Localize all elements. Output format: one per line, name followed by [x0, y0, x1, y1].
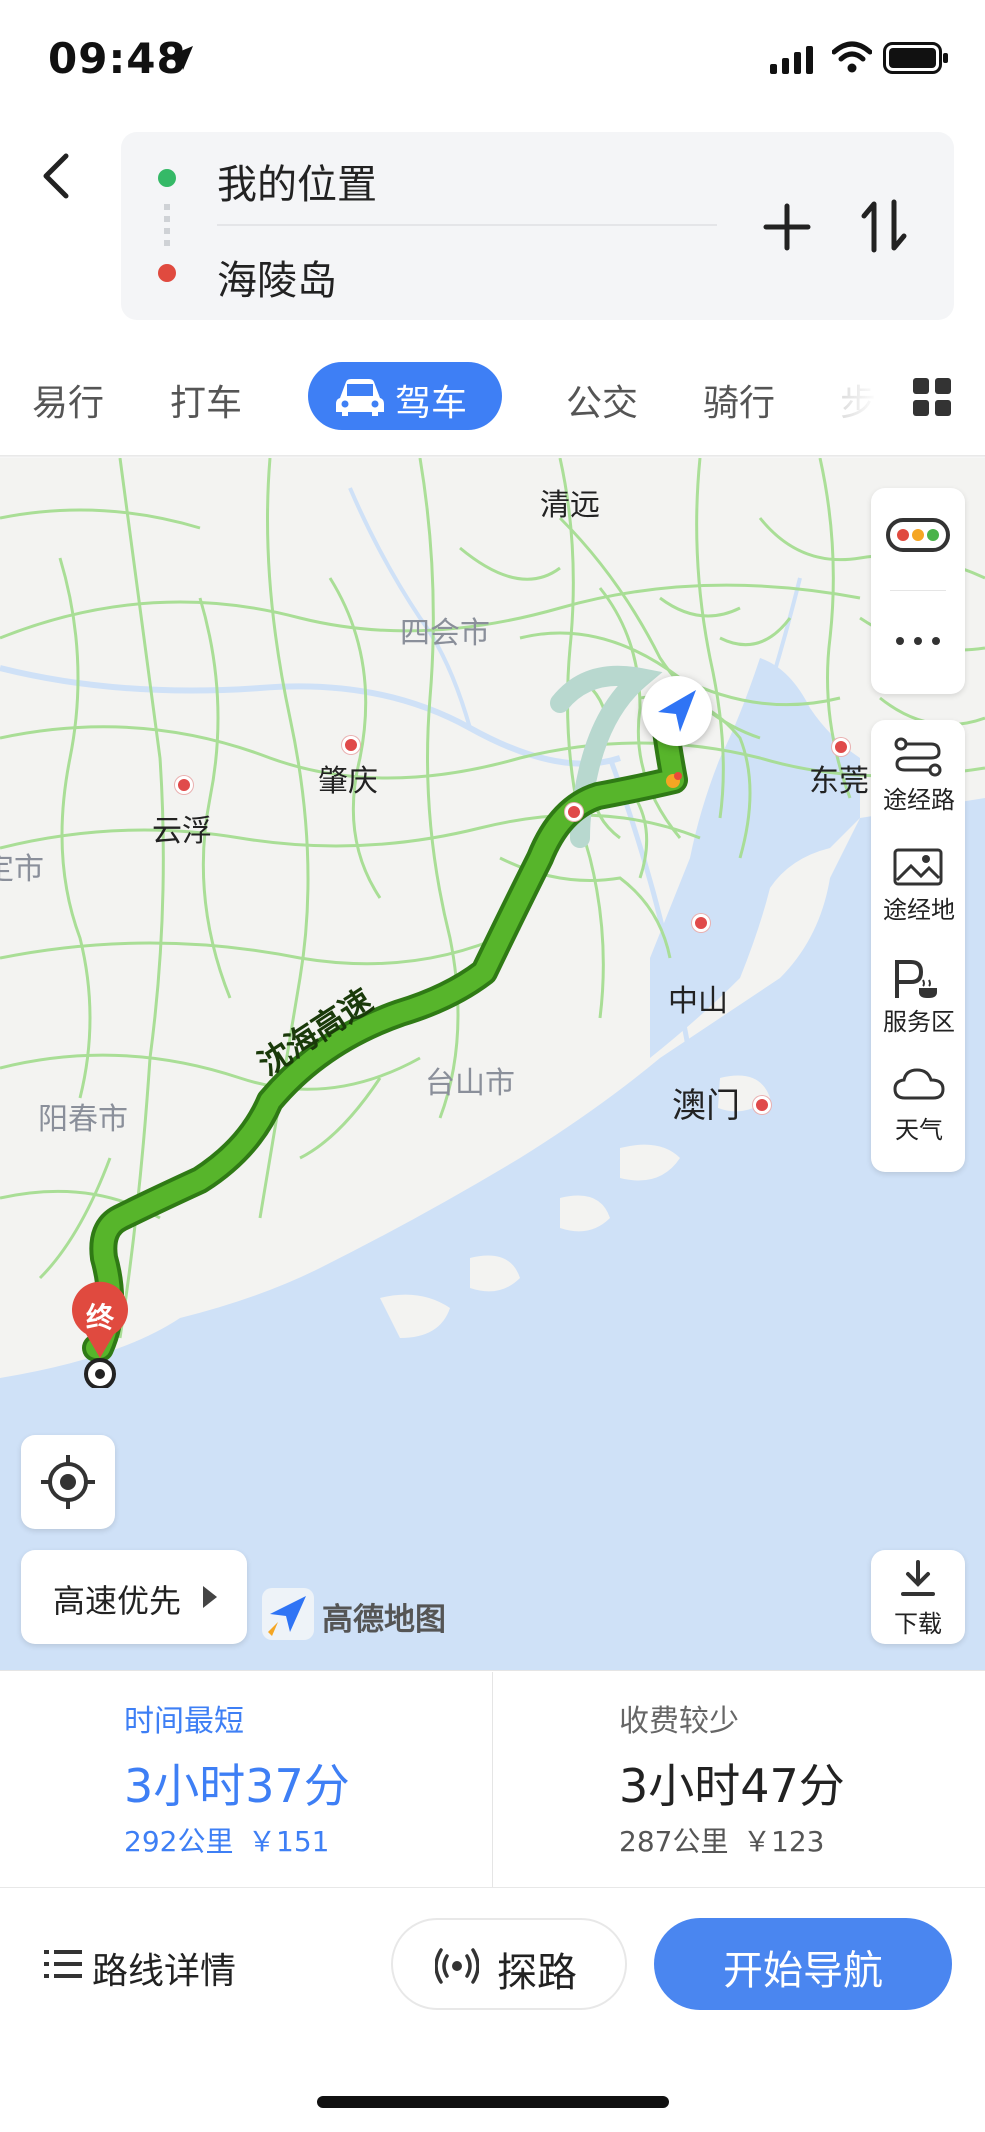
waypoint-route-icon[interactable]	[893, 736, 943, 778]
tabs-fade	[822, 355, 902, 450]
route-details-button[interactable]: 路线详情	[40, 1938, 260, 1992]
start-navigation-button[interactable]: 开始导航	[654, 1918, 952, 2010]
tool-weather-label[interactable]: 天气	[871, 1110, 967, 1145]
back-button[interactable]	[30, 140, 86, 210]
origin-dot-icon	[158, 169, 176, 187]
cards-bottom-line	[0, 1887, 985, 1888]
locate-button[interactable]	[21, 1435, 115, 1529]
tab-bike[interactable]: 骑行	[703, 374, 775, 426]
triangle-right-icon	[203, 1586, 217, 1608]
chevron-left-icon	[43, 153, 69, 199]
tool-service-area-label[interactable]: 服务区	[871, 1002, 967, 1037]
route-connector	[164, 204, 170, 250]
explore-route-label: 探路	[497, 1950, 577, 1996]
waypoint-place-icon[interactable]	[893, 846, 943, 888]
route-details-label: 路线详情	[92, 1951, 237, 1992]
route-option-duration: 3小时37分	[124, 1759, 350, 1813]
current-location-marker	[642, 676, 712, 746]
route-preference-label: 高速优先	[53, 1582, 182, 1620]
broadcast-icon	[435, 1948, 479, 1984]
status-bar: 09:48	[0, 0, 985, 120]
map-label-zhongshan: 中山	[668, 984, 728, 1019]
route-option-distance: 292公里	[124, 1825, 234, 1858]
city-dot-yunfu	[175, 776, 193, 794]
route-option-tag: 时间最短	[124, 1704, 244, 1739]
map-label-left-edge: 定市	[0, 852, 44, 887]
city-dot-qingyuan	[565, 803, 583, 821]
amap-logo-text: 高德地图	[322, 1602, 446, 1638]
map-label-zhaoqing: 肇庆	[318, 764, 378, 799]
explore-route-button[interactable]: 探路	[391, 1918, 627, 2010]
city-dot-dongguan	[832, 738, 850, 756]
map-view[interactable]: 清远 四会市 肇庆 云浮 东莞 中山 澳门 台山市 阳春市 定市 沈海高速 终	[0, 458, 985, 1670]
download-label: 下载	[894, 1610, 942, 1638]
tool-divider	[890, 590, 946, 591]
swap-route-button[interactable]	[860, 198, 908, 254]
navigation-arrow-icon	[658, 690, 696, 732]
wifi-icon	[832, 41, 872, 73]
route-option-duration: 3小时47分	[619, 1759, 845, 1813]
location-arrow-icon	[169, 46, 193, 70]
weather-cloud-icon[interactable]	[893, 1066, 945, 1102]
map-label-sihui: 四会市	[400, 616, 490, 651]
map-label-taishan: 台山市	[425, 1066, 515, 1101]
route-divider	[217, 224, 717, 226]
destination-pin-label: 终	[86, 1301, 115, 1334]
route-option-cost: ￥123	[743, 1825, 825, 1858]
car-icon	[336, 379, 384, 416]
map-label-yunfu: 云浮	[152, 814, 212, 849]
city-dot-zhongshan	[692, 914, 710, 932]
download-icon	[901, 1560, 935, 1596]
download-button[interactable]: 下载	[871, 1550, 965, 1644]
start-navigation-label: 开始导航	[723, 1948, 883, 1994]
destination-dot-icon	[158, 264, 176, 282]
service-area-icon[interactable]	[893, 958, 943, 1000]
map-label-yangchun: 阳春市	[38, 1102, 128, 1137]
destination-field[interactable]: 海陵岛	[217, 248, 337, 306]
route-preference-button[interactable]: 高速优先	[21, 1550, 247, 1644]
origin-field[interactable]: 我的位置	[217, 152, 377, 210]
map-label-macau: 澳门	[672, 1086, 740, 1126]
route-option-tag: 收费较少	[619, 1704, 739, 1739]
battery-icon	[883, 42, 948, 74]
route-option-distance: 287公里	[619, 1825, 729, 1858]
route-option-cost: ￥151	[248, 1825, 330, 1858]
tab-easy-travel[interactable]: 易行	[32, 374, 104, 426]
map-label-dongguan: 东莞	[809, 764, 869, 799]
grid-menu-icon[interactable]	[913, 378, 951, 416]
list-icon	[44, 1950, 82, 1978]
city-dot-zhaoqing	[342, 736, 360, 754]
tab-bus[interactable]: 公交	[566, 374, 638, 426]
locate-icon	[41, 1455, 95, 1509]
tool-waypoint-place-label[interactable]: 途经地	[871, 890, 967, 925]
traffic-icon[interactable]	[886, 518, 950, 552]
city-dot-macau	[753, 1096, 771, 1114]
tab-drive-label: 驾车	[395, 383, 468, 424]
more-icon[interactable]	[890, 634, 946, 648]
route-option-cheaper[interactable]: 收费较少 3小时47分 287公里 ￥123	[493, 1672, 985, 1887]
route-option-fastest[interactable]: 时间最短 3小时37分 292公里 ￥151	[0, 1672, 492, 1887]
map-label-qingyuan: 清远	[540, 488, 600, 523]
add-waypoint-button[interactable]	[762, 202, 812, 252]
tool-waypoint-route-label[interactable]: 途经路	[871, 780, 967, 815]
cellular-signal-icon	[770, 46, 813, 74]
amap-logo	[262, 1588, 314, 1640]
tab-taxi[interactable]: 打车	[170, 374, 242, 426]
home-indicator	[317, 2096, 669, 2108]
